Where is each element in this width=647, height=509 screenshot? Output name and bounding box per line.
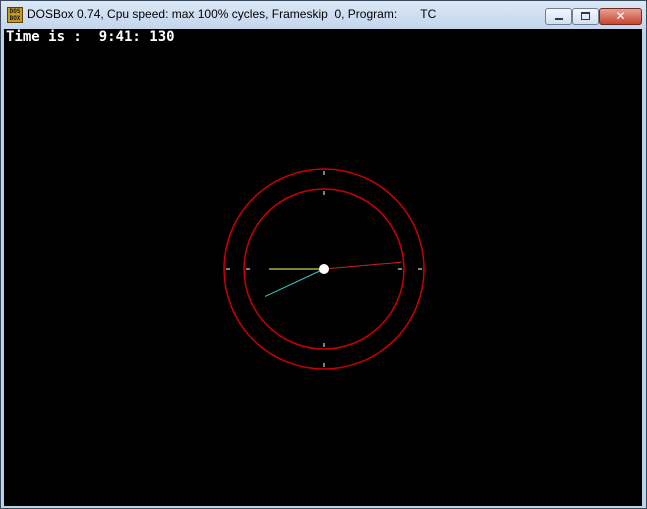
title-bar[interactable]: DOS BOX DOSBox 0.74, Cpu speed: max 100%… <box>1 1 646 29</box>
dosbox-window: DOS BOX DOSBox 0.74, Cpu speed: max 100%… <box>0 0 647 509</box>
close-button[interactable]: ✕ <box>599 8 642 25</box>
maximize-button[interactable] <box>572 8 599 25</box>
clock-center-dot <box>319 264 329 274</box>
dos-screen[interactable]: Time is : 9:41: 130 <box>4 29 642 506</box>
maximize-icon <box>581 12 590 20</box>
minimize-button[interactable] <box>545 8 572 25</box>
dosbox-icon[interactable]: DOS BOX <box>7 7 23 23</box>
window-title: DOSBox 0.74, Cpu speed: max 100% cycles,… <box>27 7 437 21</box>
minimize-icon <box>555 18 563 20</box>
close-icon: ✕ <box>615 9 626 23</box>
analog-clock <box>223 168 425 370</box>
second-hand <box>323 261 402 270</box>
minute-hand <box>264 268 325 297</box>
